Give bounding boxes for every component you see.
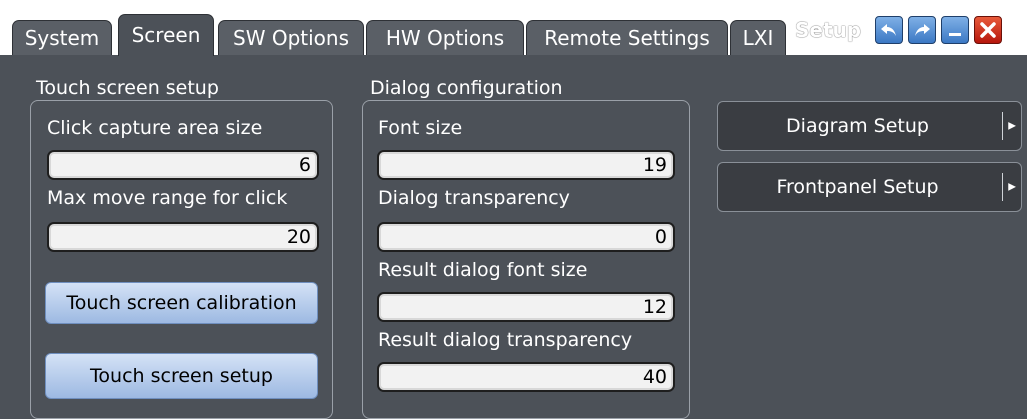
dialog-transparency-field[interactable]: 0: [377, 222, 675, 252]
result-dialog-font-size-label: Result dialog font size: [378, 259, 588, 281]
minimize-icon: [949, 33, 961, 36]
touch-screen-calibration-button[interactable]: Touch screen calibration: [45, 282, 318, 324]
close-button[interactable]: [974, 16, 1002, 44]
diagram-setup-button[interactable]: Diagram Setup ▶: [717, 101, 1022, 151]
tab-system[interactable]: System: [12, 20, 112, 55]
diagram-setup-label: Diagram Setup: [786, 115, 929, 137]
dialog-configuration-title: Dialog configuration: [368, 77, 565, 99]
separator: [1002, 173, 1003, 201]
dialog-transparency-label: Dialog transparency: [378, 187, 570, 209]
tab-screen[interactable]: Screen: [118, 14, 214, 56]
submenu-arrow-icon: ▶: [1008, 120, 1016, 132]
submenu-arrow-icon: ▶: [1008, 181, 1016, 193]
font-size-field[interactable]: 19: [377, 150, 675, 180]
touch-screen-setup-title: Touch screen setup: [34, 77, 221, 99]
undo-icon: [881, 24, 896, 36]
minimize-button[interactable]: [941, 16, 969, 44]
tab-lxi[interactable]: LXI: [730, 20, 786, 55]
tab-sw-options[interactable]: SW Options: [218, 20, 364, 55]
window-title: Setup: [795, 18, 862, 42]
frontpanel-setup-label: Frontpanel Setup: [776, 176, 939, 198]
redo-icon: [915, 24, 930, 36]
result-dialog-transparency-label: Result dialog transparency: [378, 329, 633, 351]
separator: [1002, 112, 1003, 140]
click-capture-field[interactable]: 6: [47, 150, 319, 180]
touch-screen-setup-button[interactable]: Touch screen setup: [45, 353, 318, 399]
close-icon: [980, 22, 996, 38]
click-capture-label: Click capture area size: [47, 117, 263, 139]
tab-hw-options[interactable]: HW Options: [366, 20, 524, 55]
max-move-label: Max move range for click: [47, 187, 288, 209]
undo-button[interactable]: [875, 16, 903, 44]
frontpanel-setup-button[interactable]: Frontpanel Setup ▶: [717, 162, 1022, 212]
result-dialog-font-size-field[interactable]: 12: [377, 292, 675, 322]
tab-bar: System Screen SW Options HW Options Remo…: [0, 0, 1027, 57]
tab-remote-settings[interactable]: Remote Settings: [526, 20, 728, 55]
font-size-label: Font size: [378, 117, 463, 139]
redo-button[interactable]: [908, 16, 936, 44]
result-dialog-transparency-field[interactable]: 40: [377, 362, 675, 392]
max-move-field[interactable]: 20: [47, 222, 319, 252]
